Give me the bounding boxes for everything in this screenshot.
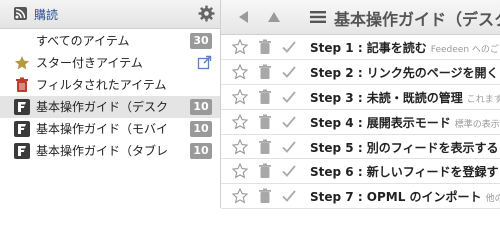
sidebar-item-guide-tablet[interactable]: 基本操作ガイド（タブレ 10 [0,140,220,162]
sidebar-item-starred[interactable]: スター付きアイテム [0,52,220,74]
previous-arrow-icon[interactable] [236,9,252,25]
trash-icon[interactable] [258,188,272,204]
checkmark-icon[interactable] [281,114,297,130]
up-arrow-icon[interactable] [266,9,282,25]
star-outline-icon[interactable] [231,113,249,130]
subscribe-link[interactable]: 購読 [34,6,58,23]
sidebar-header: 購読 [0,0,220,29]
star-icon [14,55,30,71]
trash-icon[interactable] [258,163,272,179]
unread-count-badge: 10 [190,143,212,159]
unread-count-badge: 30 [190,33,212,49]
checkmark-icon[interactable] [281,64,297,80]
article-row[interactable]: Step 1 : 記事を読む Feedeen へのご [221,35,500,60]
trash-icon[interactable] [258,114,272,130]
article-title: Step 2 : リンク先のページを開く [310,65,499,80]
star-outline-icon[interactable] [231,188,249,204]
article-row[interactable]: Step 4 : 展開表示モード 標準の表示 [221,110,500,135]
star-outline-icon[interactable] [231,138,249,155]
unread-count-badge: 10 [190,121,212,137]
sidebar-item-guide-mobile[interactable]: 基本操作ガイド（モバイ 10 [0,118,220,140]
article-title: Step 1 : 記事を読む Feedeen へのご [310,41,499,55]
article-title: Step 4 : 展開表示モード 標準の表示 [310,115,500,130]
trash-icon [14,77,30,93]
sidebar: 購読 すべてのアイテム 30 スター付きアイテム フィルタされたアイテム 基本操… [0,0,221,208]
article-title: Step 7 : OPML のインポート他の [310,188,500,205]
star-outline-icon[interactable] [231,38,249,55]
sidebar-item-guide-desktop[interactable]: 基本操作ガイド（デスク 10 [0,96,220,118]
article-snippet: 標準の表示 [454,119,500,130]
checkmark-icon[interactable] [281,139,297,155]
article-row[interactable]: Step 6 : 新しいフィードを登録す [221,159,500,185]
checkmark-icon[interactable] [281,188,297,204]
sidebar-item-label: 基本操作ガイド（タブレ [36,144,169,158]
star-outline-icon[interactable] [231,63,249,80]
sidebar-item-label: すべてのアイテム [36,34,130,48]
article-row[interactable]: Step 5 : 別のフィードを表示する [221,135,500,160]
sidebar-item-label: 基本操作ガイド（デスク [36,100,169,114]
feedeen-logo-icon [14,143,30,159]
rss-icon [14,7,27,20]
sidebar-item-all-items[interactable]: すべてのアイテム 30 [0,30,220,52]
trash-icon[interactable] [258,39,272,55]
feedeen-logo-icon [14,99,30,115]
list-icon[interactable] [309,9,327,25]
main-pane: 基本操作ガイド（デスク Step 1 : 記事を読む Feedeen へのご St… [221,0,500,210]
trash-icon[interactable] [258,139,272,155]
article-title: Step 6 : 新しいフィードを登録す [310,165,499,180]
article-snippet: 他の [485,194,500,205]
article-row[interactable]: Step 7 : OPML のインポート他の [221,184,500,210]
feed-title: 基本操作ガイド（デスク [334,10,500,29]
checkmark-icon[interactable] [281,163,297,179]
star-outline-icon[interactable] [231,88,249,105]
sidebar-item-label: フィルタされたアイテム [36,78,167,92]
unread-count-badge: 10 [190,99,212,115]
article-title: Step 5 : 別のフィードを表示する [310,140,499,155]
trash-icon[interactable] [258,89,272,105]
gear-icon[interactable] [198,5,215,22]
checkmark-icon[interactable] [281,39,297,55]
sidebar-item-filtered[interactable]: フィルタされたアイテム [0,74,220,96]
trash-icon[interactable] [258,64,272,80]
external-link-icon[interactable] [197,55,212,70]
star-outline-icon[interactable] [231,163,249,179]
article-list: Step 1 : 記事を読む Feedeen へのご Step 2 : リンク先の… [221,35,500,210]
sidebar-item-label: スター付きアイテム [36,56,143,70]
article-row[interactable]: Step 2 : リンク先のページを開く [221,60,500,85]
feedeen-logo-icon [14,121,30,137]
article-row[interactable]: Step 3 : 未読・既読の管理 これます [221,85,500,110]
article-snippet: これます [466,94,500,105]
sidebar-item-label: 基本操作ガイド（モバイ [36,122,169,136]
article-title: Step 3 : 未読・既読の管理 これます [310,89,500,106]
article-toolbar: 基本操作ガイド（デスク [221,0,500,35]
feed-list: すべてのアイテム 30 スター付きアイテム フィルタされたアイテム 基本操作ガイ… [0,30,220,162]
article-snippet: Feedeen へのご [430,45,499,55]
checkmark-icon[interactable] [281,89,297,105]
